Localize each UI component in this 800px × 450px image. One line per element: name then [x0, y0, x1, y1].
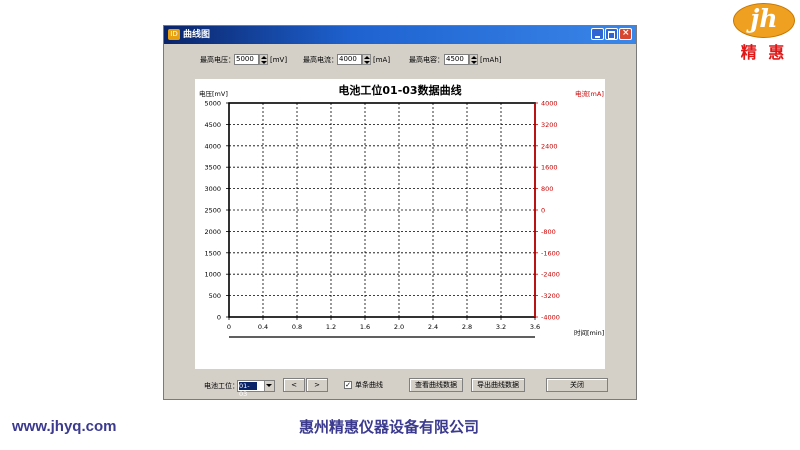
window-title: 曲线图 — [183, 30, 211, 40]
close-icon: × — [622, 28, 630, 38]
x-tick-label: 0.4 — [258, 323, 268, 331]
logo-mark: jh — [750, 4, 778, 33]
chevron-down-icon[interactable] — [264, 381, 274, 391]
max-capacity-label: 最高电容： — [409, 56, 444, 64]
y2-tick-label: -1600 — [541, 249, 560, 257]
y-tick-label: 2500 — [204, 207, 221, 215]
next-station-button[interactable]: > — [306, 378, 328, 392]
y2-tick-label: 2400 — [541, 142, 558, 150]
x-tick-label: 2.8 — [462, 323, 472, 331]
y-tick-label: 1500 — [204, 249, 221, 257]
single-curve-checkbox[interactable]: ✓ — [344, 381, 352, 389]
curve-window: ID 曲线图 × 最高电压： 5000 [mV] 最高电流： 4000 [mA]… — [163, 25, 637, 400]
max-capacity-spinner[interactable] — [469, 54, 478, 65]
y2-tick-label: 3200 — [541, 121, 558, 129]
close-button[interactable]: 关闭 — [546, 378, 608, 392]
logo-text: 精 惠 — [740, 43, 788, 62]
y-tick-label: 4500 — [204, 121, 221, 129]
max-voltage-label: 最高电压： — [200, 56, 235, 64]
station-select[interactable]: 01-03 — [237, 380, 275, 398]
y-tick-label: 3500 — [204, 164, 221, 172]
y2-tick-label: -800 — [541, 228, 556, 236]
max-current-input[interactable]: 4000 — [337, 54, 362, 65]
x-tick-label: 0 — [227, 323, 231, 331]
export-curve-data-button[interactable]: 导出曲线数据 — [471, 378, 525, 392]
y-tick-label: 500 — [209, 292, 221, 300]
max-current-label: 最高电流： — [303, 56, 338, 64]
chart-panel: 电池工位01-03数据曲线 电压[mV] 电流[mA] 时间[min] 0 -40… — [195, 79, 605, 369]
title-bar[interactable]: ID 曲线图 × — [164, 26, 636, 44]
minimize-icon — [595, 36, 600, 38]
x-tick-label: 0.8 — [292, 323, 302, 331]
y-tick-label: 5000 — [204, 100, 221, 108]
y2-tick-label: 800 — [541, 185, 553, 193]
company-name: 惠州精惠仪器设备有限公司 — [299, 418, 480, 436]
y-tick-label: 0 — [217, 314, 221, 322]
station-label: 电池工位： — [204, 382, 239, 390]
close-window-button[interactable]: × — [619, 28, 632, 40]
minimize-button[interactable] — [591, 28, 604, 40]
y-tick-label: 1000 — [204, 271, 221, 279]
x-tick-label: 2.4 — [428, 323, 438, 331]
chart-canvas: 0 -4000 500 -3200 1000 -2400 1500 -1600 2000 -800… — [204, 100, 560, 338]
x-tick-label: 3.6 — [530, 323, 540, 331]
max-capacity-input[interactable]: 4500 — [444, 54, 469, 65]
x-tick-label: 1.2 — [326, 323, 336, 331]
website-url[interactable]: www.jhyq.com — [12, 418, 116, 435]
maximize-button[interactable] — [605, 28, 618, 40]
max-current-unit: [mA] — [373, 56, 391, 64]
max-current-spinner[interactable] — [362, 54, 371, 65]
y2-tick-label: -2400 — [541, 271, 560, 279]
y2-tick-label: 1600 — [541, 164, 558, 172]
x-tick-label: 1.6 — [360, 323, 370, 331]
y2-tick-label: 4000 — [541, 100, 558, 108]
company-logo: jh 精 惠 — [733, 3, 795, 62]
x-tick-label: 3.2 — [496, 323, 506, 331]
max-voltage-input[interactable]: 5000 — [234, 54, 259, 65]
max-capacity-unit: [mAh] — [480, 56, 502, 64]
view-curve-data-button[interactable]: 查看曲线数据 — [409, 378, 463, 392]
y-tick-label: 2000 — [204, 228, 221, 236]
max-voltage-unit: [mV] — [270, 56, 288, 64]
app-icon: ID — [168, 29, 180, 40]
maximize-icon — [608, 31, 615, 39]
prev-station-button[interactable]: < — [283, 378, 305, 392]
x-tick-label: 2.0 — [394, 323, 404, 331]
y-tick-label: 4000 — [204, 142, 221, 150]
y2-tick-label: -3200 — [541, 292, 560, 300]
y-tick-label: 3000 — [204, 185, 221, 193]
max-voltage-spinner[interactable] — [259, 54, 268, 65]
station-value: 01-03 — [239, 382, 257, 398]
y2-tick-label: -4000 — [541, 314, 560, 322]
y2-tick-label: 0 — [541, 207, 545, 215]
single-curve-label: 单条曲线 — [355, 381, 383, 389]
